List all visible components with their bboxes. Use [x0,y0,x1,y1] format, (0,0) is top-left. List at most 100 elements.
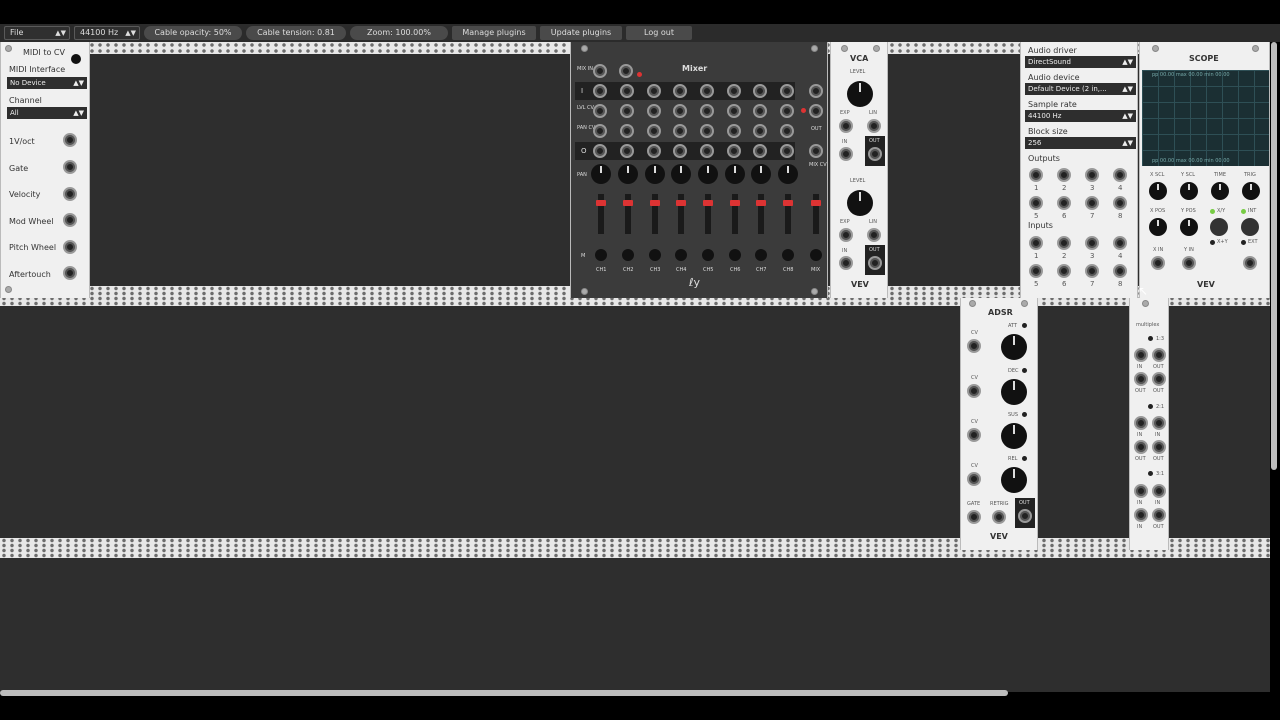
ch4-output-jack[interactable] [673,144,687,158]
ch3-pan-knob[interactable] [645,164,665,184]
fader-cap[interactable] [676,200,686,206]
ch8-pan-knob[interactable] [778,164,798,184]
ch3-output-jack[interactable] [647,144,661,158]
mux3-in-jack-a[interactable] [1134,484,1148,498]
sustain-cv-jack[interactable] [967,428,981,442]
ch5-output-jack[interactable] [700,144,714,158]
ch7-mute-button[interactable] [755,249,767,261]
log-out-button[interactable]: Log out [626,26,692,40]
ch5-mute-button[interactable] [702,249,714,261]
mux1-out-jack-b[interactable] [1134,372,1148,386]
input-jack-2[interactable] [1057,236,1071,250]
scope-module[interactable]: SCOPE pp 00.00 max 00.00 min 00.00 pp 00… [1139,42,1270,298]
manage-plugins-button[interactable]: Manage plugins [452,26,536,40]
ch7-lvl-cv-jack[interactable] [753,104,767,118]
ch4-mute-button[interactable] [675,249,687,261]
output-jack-4[interactable] [1113,168,1127,182]
exp-cv-jack-2[interactable] [839,228,853,242]
ch8-input-jack[interactable] [780,84,794,98]
adsr-out-jack[interactable] [1018,509,1032,523]
input-jack-7[interactable] [1085,264,1099,278]
ch3-lvl-cv-jack[interactable] [647,104,661,118]
rack-canvas[interactable]: MIDI to CV MIDI Interface No Device ▲▼ Ch… [0,42,1270,692]
mix-in-jack-2[interactable] [619,64,633,78]
in-jack-1[interactable] [839,147,853,161]
vca-module[interactable]: VCA LEVEL EXP LIN IN OUT LEVEL EXP LIN I… [830,42,888,298]
mux3-in-jack-c[interactable] [1134,508,1148,522]
output-jack-6[interactable] [1057,196,1071,210]
ch6-output-jack[interactable] [727,144,741,158]
ch4-pan-knob[interactable] [671,164,691,184]
output-jack-1voct[interactable] [63,133,77,147]
fader-cap[interactable] [756,200,766,206]
mix-mute-button[interactable] [810,249,822,261]
ch5-pan-cv-jack[interactable] [700,124,714,138]
out-jack-2[interactable] [868,256,882,270]
output-jack-gate[interactable] [63,160,77,174]
output-jack-pitch-wheel[interactable] [63,240,77,254]
ch1-output-jack[interactable] [593,144,607,158]
output-jack-2[interactable] [1057,168,1071,182]
ch6-mute-button[interactable] [729,249,741,261]
ch8-pan-cv-jack[interactable] [780,124,794,138]
zoom-slider[interactable]: Zoom: 100.00% [350,26,448,40]
input-jack-3[interactable] [1085,236,1099,250]
input-jack-5[interactable] [1029,264,1043,278]
mux3-out-jack[interactable] [1152,508,1166,522]
ext-trigger-jack[interactable] [1243,256,1257,270]
ch7-input-jack[interactable] [753,84,767,98]
ch3-level-fader[interactable] [650,194,660,234]
xy-mode-button[interactable] [1210,218,1228,236]
sustain-knob[interactable] [1001,423,1027,449]
ch3-mute-button[interactable] [649,249,661,261]
midi-to-cv-module[interactable]: MIDI to CV MIDI Interface No Device ▲▼ Ch… [0,42,90,298]
decay-cv-jack[interactable] [967,384,981,398]
ch3-input-jack[interactable] [647,84,661,98]
output-jack-3[interactable] [1085,168,1099,182]
ch2-level-fader[interactable] [623,194,633,234]
time-knob[interactable] [1211,182,1229,200]
ch4-lvl-cv-jack[interactable] [673,104,687,118]
channel-select[interactable]: All ▲▼ [7,107,87,119]
attack-knob[interactable] [1001,334,1027,360]
release-cv-jack[interactable] [967,472,981,486]
audio-device-select[interactable]: Default Device (2 in,... ▲▼ [1025,83,1136,95]
input-jack-1[interactable] [1029,236,1043,250]
ch2-pan-knob[interactable] [618,164,638,184]
fader-cap[interactable] [703,200,713,206]
mux1-out-jack-c[interactable] [1152,372,1166,386]
file-menu[interactable]: File ▲▼ [4,26,70,40]
ch4-pan-cv-jack[interactable] [673,124,687,138]
cable-opacity-slider[interactable]: Cable opacity: 50% [144,26,242,40]
output-jack-mod-wheel[interactable] [63,213,77,227]
mix-out-jack-1[interactable] [809,84,823,98]
sample-rate-select[interactable]: 44100 Hz ▲▼ [74,26,140,40]
output-jack-7[interactable] [1085,196,1099,210]
adsr-module[interactable]: ADSR ATT CV DEC CV SUS CV REL CV GATE RE… [960,298,1038,550]
ch8-level-fader[interactable] [783,194,793,234]
ch3-pan-cv-jack[interactable] [647,124,661,138]
mix-out-jack-2[interactable] [809,104,823,118]
in-jack-2[interactable] [839,256,853,270]
output-jack-1[interactable] [1029,168,1043,182]
output-jack-5[interactable] [1029,196,1043,210]
trigger-source-button[interactable] [1241,218,1259,236]
block-size-select[interactable]: 256 ▲▼ [1025,137,1136,149]
ch5-pan-knob[interactable] [698,164,718,184]
ch2-mute-button[interactable] [622,249,634,261]
ch2-output-jack[interactable] [620,144,634,158]
learn-button[interactable] [71,54,81,64]
input-jack-6[interactable] [1057,264,1071,278]
trigger-knob[interactable] [1242,182,1260,200]
retrig-jack[interactable] [992,510,1006,524]
out-jack-1[interactable] [868,147,882,161]
ch6-input-jack[interactable] [727,84,741,98]
y-pos-knob[interactable] [1180,218,1198,236]
audio-driver-select[interactable]: DirectSound ▲▼ [1025,56,1136,68]
ch6-pan-knob[interactable] [725,164,745,184]
ch1-input-jack[interactable] [593,84,607,98]
ch5-lvl-cv-jack[interactable] [700,104,714,118]
output-jack-aftertouch[interactable] [63,266,77,280]
output-jack-8[interactable] [1113,196,1127,210]
release-knob[interactable] [1001,467,1027,493]
